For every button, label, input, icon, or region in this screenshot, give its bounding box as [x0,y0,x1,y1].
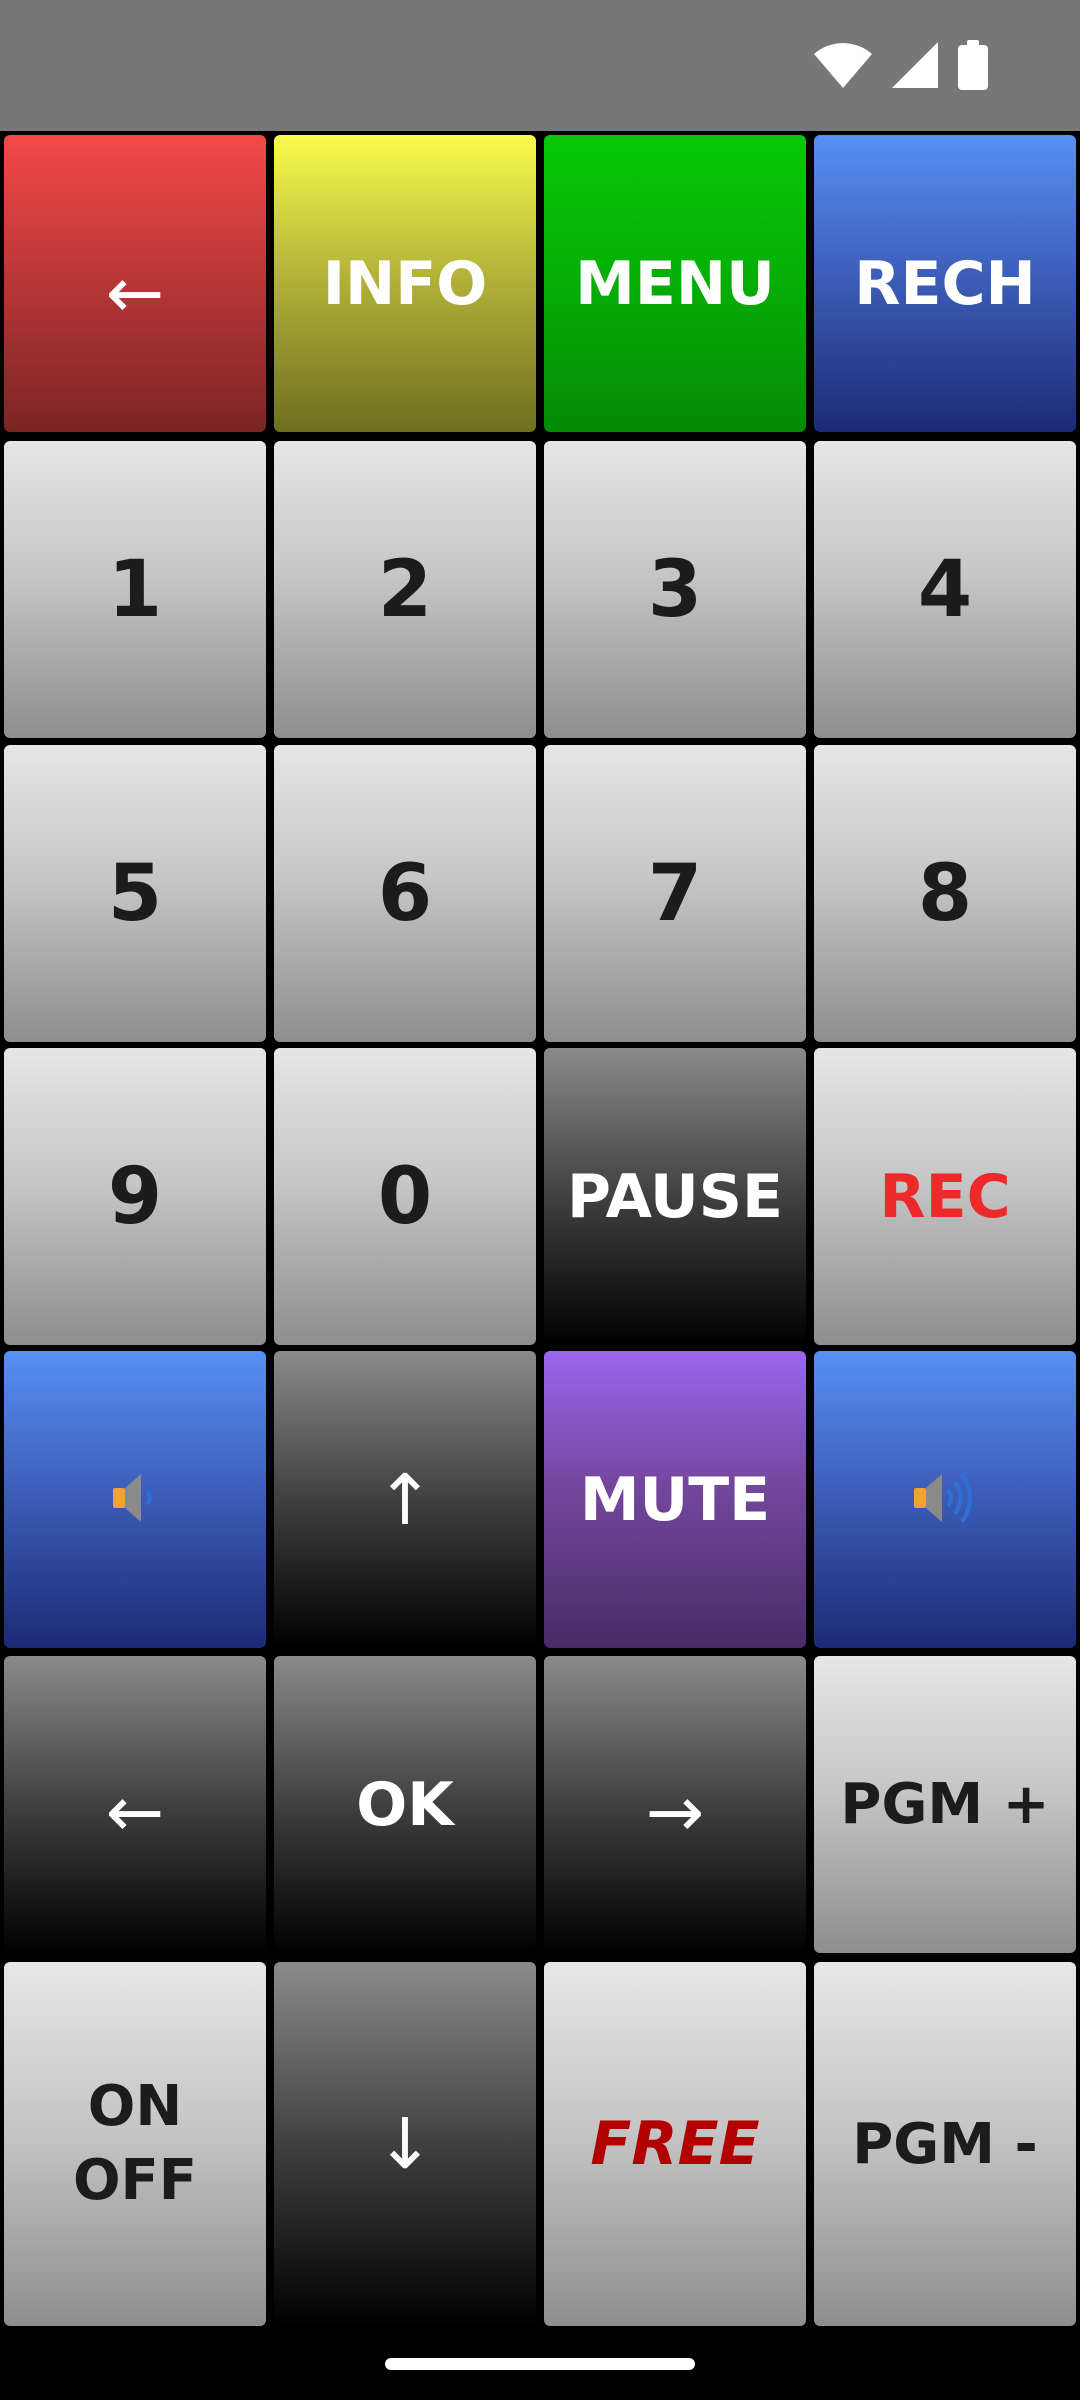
digit-5-button[interactable]: 5 [4,745,266,1042]
ok-label: OK [356,1769,454,1840]
left-button[interactable]: ← [4,1656,266,1953]
digit-3-button[interactable]: 3 [544,441,806,738]
digit-9-button[interactable]: 9 [4,1048,266,1345]
digit-2-button[interactable]: 2 [274,441,536,738]
right-button[interactable]: → [544,1656,806,1953]
pgm-plus-label: PGM + [840,1772,1050,1837]
status-bar [0,0,1080,131]
digit-6-button[interactable]: 6 [274,745,536,1042]
digit-2-label: 2 [377,544,433,635]
off-label: OFF [72,2148,198,2213]
mute-button[interactable]: MUTE [544,1351,806,1648]
down-button[interactable]: ↓ [274,1962,536,2326]
digit-7-button[interactable]: 7 [544,745,806,1042]
menu-label: MENU [575,248,775,319]
digit-7-label: 7 [647,848,703,939]
digit-8-label: 8 [917,848,973,939]
digit-3-label: 3 [647,544,703,635]
free-label: FREE [590,2109,760,2179]
home-indicator[interactable] [385,2358,695,2370]
digit-4-label: 4 [917,544,973,635]
mute-label: MUTE [579,1464,771,1535]
digit-1-button[interactable]: 1 [4,441,266,738]
wifi-icon [814,42,872,88]
menu-button[interactable]: MENU [544,135,806,432]
pgm-minus-label: PGM - [852,2111,1038,2177]
digit-5-label: 5 [107,848,163,939]
volume-down-button[interactable] [4,1351,266,1648]
status-icons [814,38,988,92]
rec-button[interactable]: REC [814,1048,1076,1345]
info-button[interactable]: INFO [274,135,536,432]
power-on-off-button[interactable]: ON OFF [4,1962,266,2326]
free-button[interactable]: FREE [544,1962,806,2326]
digit-0-label: 0 [377,1151,433,1242]
pause-label: PAUSE [567,1161,783,1232]
down-arrow-label: ↓ [375,2103,435,2185]
digit-9-label: 9 [107,1151,163,1242]
battery-icon [958,40,988,90]
rech-label: RECH [854,248,1036,319]
up-arrow-label: ↑ [375,1458,435,1541]
digit-1-label: 1 [107,544,163,635]
volume-low-icon [105,1468,165,1532]
digit-6-label: 6 [377,848,433,939]
info-label: INFO [322,248,488,319]
rech-button[interactable]: RECH [814,135,1076,432]
digit-8-button[interactable]: 8 [814,745,1076,1042]
back-arrow-label: ← [105,251,165,334]
on-label: ON [87,2074,183,2139]
volume-up-button[interactable] [814,1351,1076,1648]
cellular-signal-icon [892,42,938,88]
up-button[interactable]: ↑ [274,1351,536,1648]
pgm-plus-button[interactable]: PGM + [814,1656,1076,1953]
pause-button[interactable]: PAUSE [544,1048,806,1345]
back-button[interactable]: ← [4,135,266,432]
pgm-minus-button[interactable]: PGM - [814,1962,1076,2326]
digit-0-button[interactable]: 0 [274,1048,536,1345]
volume-high-icon [910,1466,980,1534]
left-arrow-label: ← [105,1770,165,1853]
ok-button[interactable]: OK [274,1656,536,1953]
digit-4-button[interactable]: 4 [814,441,1076,738]
rec-label: REC [879,1161,1011,1232]
right-arrow-label: → [645,1770,705,1853]
